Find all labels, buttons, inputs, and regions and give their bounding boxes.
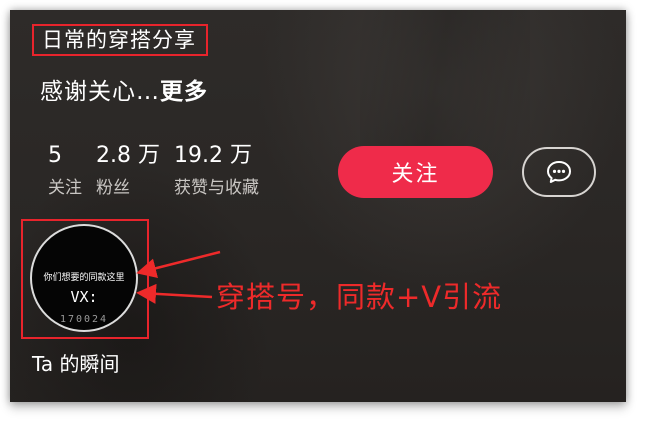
arrow-to-caption xyxy=(136,250,221,279)
annotation-text: 穿搭号，同款+V引流 xyxy=(216,280,503,314)
annotation-arrows xyxy=(136,250,221,304)
profile-screenshot: 日常的穿搭分享 感谢关心…更多 5 关注 2.8 万 粉丝 19.2 万 获赞与… xyxy=(10,10,626,402)
arrow-to-vx xyxy=(136,283,213,304)
